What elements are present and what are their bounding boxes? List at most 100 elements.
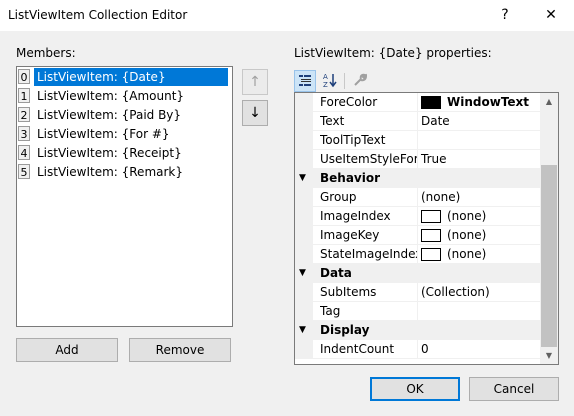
row-gutter <box>295 245 313 264</box>
row-gutter <box>295 150 313 169</box>
categorized-button[interactable] <box>294 70 316 92</box>
row-divider <box>313 358 540 359</box>
property-row[interactable]: SubItems (Collection) <box>295 283 540 302</box>
add-button[interactable]: Add <box>16 338 118 362</box>
help-button[interactable]: ? <box>482 0 528 31</box>
move-up-button[interactable]: ↑ <box>242 69 268 95</box>
scrollbar-thumb[interactable] <box>541 165 557 347</box>
properties-label: ListViewItem: {Date} properties: <box>294 46 492 60</box>
ok-button[interactable]: OK <box>370 377 460 401</box>
property-value[interactable]: (none) <box>418 207 540 225</box>
arrow-up-icon: ↑ <box>249 74 261 90</box>
color-swatch <box>421 96 441 109</box>
property-row[interactable]: UseItemStyleForSu True <box>295 150 540 169</box>
member-label: ListViewItem: {For #} <box>37 127 170 141</box>
member-label: ListViewItem: {Date} <box>34 68 228 86</box>
property-name: StateImageIndex <box>320 247 417 261</box>
row-gutter <box>295 283 313 302</box>
property-name: Text <box>320 114 345 128</box>
svg-text:A: A <box>323 73 328 81</box>
property-row[interactable]: Tag <box>295 302 540 321</box>
property-name: ImageIndex <box>320 209 391 223</box>
member-label: ListViewItem: {Paid By} <box>37 108 182 122</box>
remove-button[interactable]: Remove <box>129 338 231 362</box>
row-gutter <box>295 112 313 131</box>
property-value[interactable]: 0 <box>418 340 540 358</box>
member-list-item[interactable]: 3 ListViewItem: {For #} <box>18 125 231 143</box>
member-list-item[interactable]: 1 ListViewItem: {Amount} <box>18 87 231 105</box>
property-value-text: WindowText <box>447 95 530 109</box>
member-list-item[interactable]: 4 ListViewItem: {Receipt} <box>18 144 231 162</box>
cancel-button[interactable]: Cancel <box>469 377 559 401</box>
property-name: ImageKey <box>320 228 380 242</box>
property-value-text: (Collection) <box>421 285 490 299</box>
scroll-down-arrow-icon[interactable]: ▼ <box>540 347 558 364</box>
scroll-up-arrow-icon[interactable]: ▲ <box>540 93 558 110</box>
property-value[interactable]: (Collection) <box>418 283 540 301</box>
collapse-chevron-icon[interactable]: ▼ <box>299 264 311 283</box>
close-button[interactable]: ✕ <box>528 0 574 31</box>
property-value-text: (none) <box>421 190 461 204</box>
property-row[interactable]: IndentCount 0 <box>295 340 540 359</box>
property-row[interactable]: Group (none) <box>295 188 540 207</box>
row-gutter <box>295 340 313 359</box>
svg-text:Z: Z <box>323 81 328 88</box>
property-row[interactable]: ForeColor WindowText <box>295 93 540 112</box>
category-row[interactable]: ▼ Display <box>295 321 540 340</box>
property-value[interactable] <box>418 131 540 149</box>
property-name: SubItems <box>320 285 377 299</box>
member-list-item[interactable]: 5 ListViewItem: {Remark} <box>18 163 231 181</box>
property-value[interactable]: WindowText <box>418 93 540 111</box>
property-name: Tag <box>320 304 341 318</box>
member-label: ListViewItem: {Remark} <box>37 165 184 179</box>
property-grid[interactable]: ForeColor WindowText Text Date ToolTipText Us… <box>294 92 559 365</box>
property-row[interactable]: ImageIndex (none) <box>295 207 540 226</box>
member-label: ListViewItem: {Amount} <box>37 89 185 103</box>
property-value-text: (none) <box>447 228 487 242</box>
category-row[interactable]: ▼ Behavior <box>295 169 540 188</box>
alphabetical-icon: A Z <box>323 73 337 89</box>
row-gutter <box>295 302 313 321</box>
property-value-text: 0 <box>421 342 429 356</box>
collapse-chevron-icon[interactable]: ▼ <box>299 321 311 340</box>
category-name: Display <box>320 323 370 337</box>
category-row[interactable]: ▼ Data <box>295 264 540 283</box>
property-name: IndentCount <box>320 342 395 356</box>
member-index: 4 <box>18 145 30 160</box>
category-name: Behavior <box>320 171 381 185</box>
property-row[interactable]: ImageKey (none) <box>295 226 540 245</box>
row-gutter <box>295 226 313 245</box>
arrow-down-icon: ↓ <box>249 105 261 121</box>
window-title: ListViewItem Collection Editor <box>8 8 188 22</box>
property-row[interactable]: Text Date <box>295 112 540 131</box>
property-value[interactable]: Date <box>418 112 540 130</box>
move-down-button[interactable]: ↓ <box>242 100 268 126</box>
property-name: ForeColor <box>320 95 378 109</box>
categorized-icon <box>299 75 311 86</box>
collapse-chevron-icon[interactable]: ▼ <box>299 169 311 188</box>
property-row[interactable]: StateImageIndex (none) <box>295 245 540 264</box>
property-value[interactable]: (none) <box>418 226 540 244</box>
property-value[interactable]: True <box>418 150 540 168</box>
property-value[interactable]: (none) <box>418 245 540 263</box>
wrench-icon <box>354 73 368 86</box>
title-bar: ListViewItem Collection Editor ? ✕ <box>0 0 574 31</box>
color-swatch <box>421 229 441 242</box>
property-pages-button[interactable] <box>349 70 371 92</box>
member-index: 0 <box>18 69 30 84</box>
property-value[interactable] <box>418 302 540 320</box>
members-list[interactable]: 0 ListViewItem: {Date} 1 ListViewItem: {Amo… <box>16 66 233 327</box>
member-index: 1 <box>18 88 30 103</box>
member-list-item[interactable]: 2 ListViewItem: {Paid By} <box>18 106 231 124</box>
member-index: 5 <box>18 164 30 179</box>
member-label: ListViewItem: {Receipt} <box>37 146 182 160</box>
member-list-item[interactable]: 0 ListViewItem: {Date} <box>18 68 231 86</box>
property-row[interactable]: ToolTipText <box>295 131 540 150</box>
members-label: Members: <box>16 46 76 60</box>
row-gutter <box>295 93 313 112</box>
property-value[interactable]: (none) <box>418 188 540 206</box>
row-gutter <box>295 207 313 226</box>
property-grid-scrollbar[interactable]: ▲ ▼ <box>540 93 558 364</box>
alphabetical-button[interactable]: A Z <box>319 70 341 92</box>
property-value-text: Date <box>421 114 450 128</box>
